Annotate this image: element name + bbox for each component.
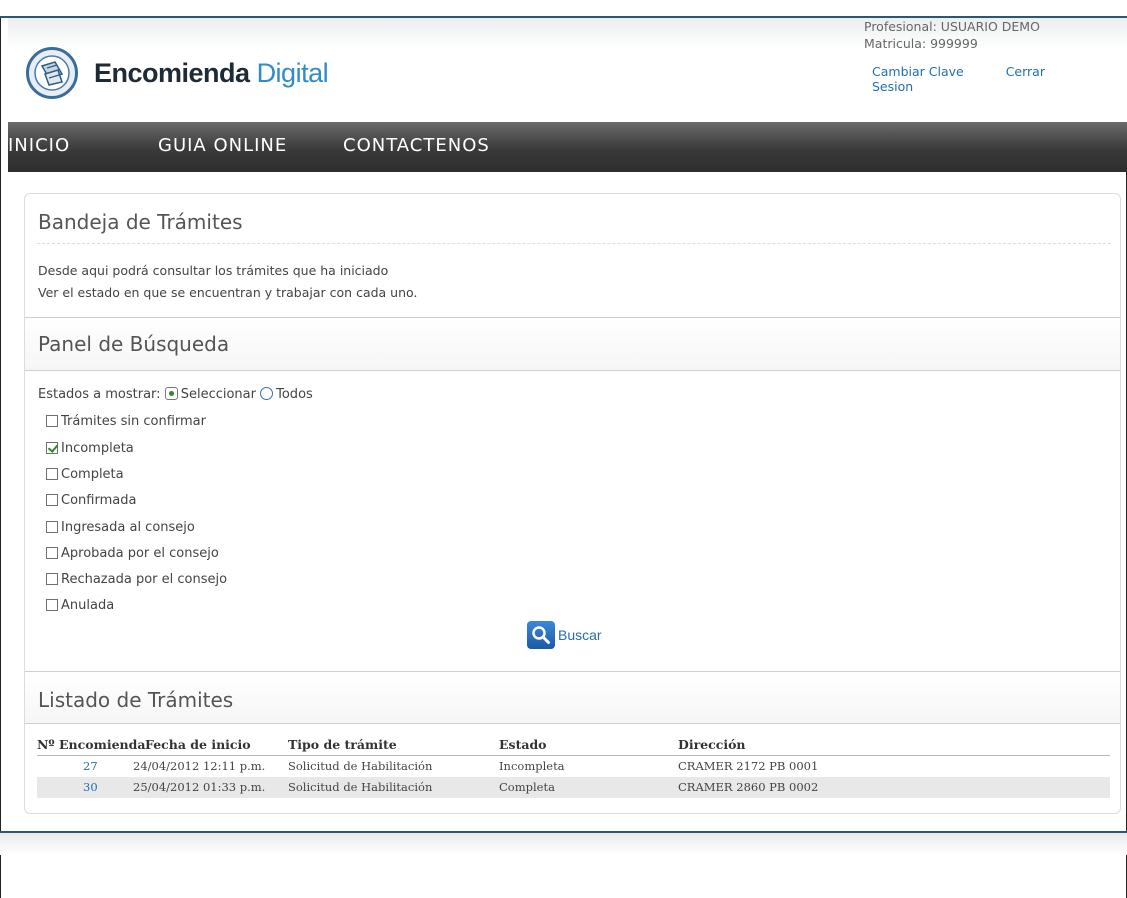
row-direccion: CRAMER 2172 PB 0001 <box>678 759 819 773</box>
content-panel: Bandeja de Trámites Desde aqui podrá con… <box>24 193 1121 814</box>
divider <box>37 243 1111 244</box>
row-tipo: Solicitud de Habilitación <box>288 780 433 794</box>
row-tipo: Solicitud de Habilitación <box>288 759 433 773</box>
row-fecha: 24/04/2012 12:11 p.m. <box>133 759 266 773</box>
table-row[interactable]: 30 25/04/2012 01:33 p.m. Solicitud de Ha… <box>37 777 1110 798</box>
state-item[interactable]: Rechazada por el consejo <box>46 570 227 590</box>
col-estado: Estado <box>499 737 547 752</box>
state-label: Ingresada al consejo <box>61 520 195 535</box>
state-checkbox[interactable] <box>46 442 58 454</box>
user-info: Profesional: USUARIO DEMO Matricula: 999… <box>864 18 1040 52</box>
row-estado: Incompleta <box>499 759 565 773</box>
state-label: Trámites sin confirmar <box>61 414 206 429</box>
tramites-table: Nº Encomienda Fecha de inicio Tipo de tr… <box>37 737 1110 798</box>
bandeja-line1: Desde aqui podrá consultar los trámites … <box>38 263 389 278</box>
state-label: Incompleta <box>61 441 134 456</box>
state-item[interactable]: Completa <box>46 465 124 485</box>
brand-part1: Encomienda <box>94 58 250 88</box>
col-tipo: Tipo de trámite <box>288 737 397 752</box>
search-icon <box>527 621 555 649</box>
row-direccion: CRAMER 2860 PB 0002 <box>678 780 819 794</box>
user-name: Profesional: USUARIO DEMO <box>864 19 1040 34</box>
col-encomienda: Nº Encomienda <box>37 737 146 752</box>
state-item[interactable]: Trámites sin confirmar <box>46 412 206 432</box>
state-item[interactable]: Confirmada <box>46 491 136 511</box>
nav-item-guia-online[interactable]: GUIA ONLINE <box>158 135 287 156</box>
state-checkbox[interactable] <box>46 521 58 533</box>
state-label: Rechazada por el consejo <box>61 572 228 587</box>
table-header: Nº Encomienda Fecha de inicio Tipo de tr… <box>37 737 1110 756</box>
top-border <box>0 0 1127 18</box>
state-checkbox[interactable] <box>46 494 58 506</box>
footer-border <box>0 831 1127 855</box>
row-fecha: 25/04/2012 01:33 p.m. <box>133 780 266 794</box>
state-checkbox[interactable] <box>46 468 58 480</box>
table-row[interactable]: 27 24/04/2012 12:11 p.m. Solicitud de Ha… <box>37 756 1110 777</box>
logo-icon <box>26 47 78 99</box>
nav-item-inicio[interactable]: INICIO <box>8 135 70 156</box>
user-matricula: Matricula: 999999 <box>864 36 978 51</box>
bandeja-description: Desde aqui podrá consultar los trámites … <box>38 260 417 304</box>
brand-title: Encomienda Digital <box>94 58 329 89</box>
user-links: Cambiar Clave Cerrar Sesion <box>872 64 1127 94</box>
estados-label: Estados a mostrar: <box>38 387 161 402</box>
state-checkbox[interactable] <box>46 415 58 427</box>
estados-row: Estados a mostrar: Seleccionar Todos <box>38 385 313 405</box>
divider <box>25 723 1120 724</box>
change-password-link[interactable]: Cambiar Clave <box>872 64 964 79</box>
listado-title: Listado de Trámites <box>38 688 234 712</box>
state-label: Aprobada por el consejo <box>61 546 219 561</box>
row-encomienda-link[interactable]: 30 <box>83 777 98 798</box>
radio-seleccionar-label: Seleccionar <box>180 387 256 402</box>
state-label: Completa <box>61 467 124 482</box>
state-item[interactable]: Anulada <box>46 596 114 616</box>
state-checkbox[interactable] <box>46 599 58 611</box>
state-checkbox[interactable] <box>46 547 58 559</box>
state-item[interactable]: Aprobada por el consejo <box>46 544 219 564</box>
col-fecha: Fecha de inicio <box>145 737 251 752</box>
radio-seleccionar[interactable] <box>164 387 178 400</box>
state-item[interactable]: Ingresada al consejo <box>46 518 195 538</box>
busqueda-title: Panel de Búsqueda <box>38 332 230 356</box>
state-label: Confirmada <box>61 493 137 508</box>
row-encomienda-link[interactable]: 27 <box>83 756 98 777</box>
bandeja-title: Bandeja de Trámites <box>38 210 243 234</box>
search-button[interactable]: Buscar <box>527 621 602 651</box>
divider <box>25 370 1120 371</box>
state-item[interactable]: Incompleta <box>46 439 134 459</box>
main-nav: INICIO GUIA ONLINE CONTACTENOS <box>8 122 1127 172</box>
state-checkbox[interactable] <box>46 573 58 585</box>
col-direccion: Dirección <box>678 737 746 752</box>
radio-todos-label: Todos <box>276 387 313 402</box>
state-label: Anulada <box>61 598 115 613</box>
row-estado: Completa <box>499 780 555 794</box>
radio-todos[interactable] <box>260 387 274 400</box>
brand-part2: Digital <box>256 58 329 88</box>
nav-item-contactenos[interactable]: CONTACTENOS <box>343 135 490 156</box>
search-button-label: Buscar <box>558 627 602 643</box>
bandeja-line2: Ver el estado en que se encuentran y tra… <box>38 285 418 300</box>
